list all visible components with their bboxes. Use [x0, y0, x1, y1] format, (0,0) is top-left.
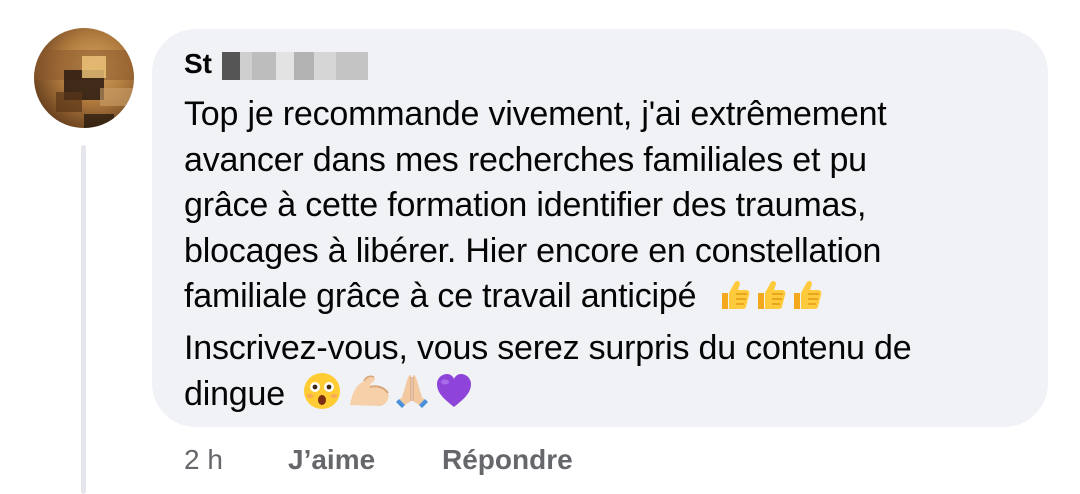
redaction-blur [336, 52, 368, 80]
comment-line: blocages à libérer. Hier encore en const… [184, 231, 882, 270]
comment-line: Inscrivez-vous, vous serez surpris du co… [184, 328, 912, 367]
redaction-blur [314, 52, 336, 80]
comment-line: dingue [184, 375, 285, 413]
reply-button[interactable]: Répondre [442, 444, 573, 476]
redaction-blur [222, 52, 240, 80]
comment-line-with-emojis: dingue [184, 371, 1014, 424]
flexed-biceps-icon [346, 371, 392, 424]
comment-line: avancer dans mes recherches familiales e… [184, 140, 867, 179]
purple-heart-icon [434, 371, 474, 424]
comment-line: familiale grâce à ce travail anticipé [184, 277, 697, 315]
comment-line-with-emojis: familiale grâce à ce travail anticipé [184, 274, 1014, 326]
comment-thread: St Top je recommande vivement, j'ai extr… [0, 0, 1080, 494]
comment-line: Top je recommande vivement, j'ai extrême… [184, 95, 887, 133]
redaction-blur [294, 52, 314, 80]
thumbs-up-icon [752, 277, 788, 326]
author-name-text: St [184, 48, 212, 79]
thumbs-up-icon [716, 277, 752, 326]
thumbs-up-icon [788, 277, 824, 326]
author-avatar[interactable] [34, 28, 134, 128]
astonished-face-icon [302, 371, 342, 424]
comment-timestamp[interactable]: 2 h [184, 444, 223, 476]
comment-body: Top je recommande vivement, j'ai extrême… [184, 92, 1014, 424]
folded-hands-icon [392, 371, 432, 424]
redaction-blur [252, 52, 276, 80]
author-name[interactable]: St [184, 48, 374, 84]
redaction-blur [240, 52, 252, 80]
like-button[interactable]: J’aime [288, 444, 375, 476]
redaction-blur [276, 52, 294, 80]
thread-line [81, 145, 86, 494]
comment-line: grâce à cette formation identifier des t… [184, 186, 867, 224]
